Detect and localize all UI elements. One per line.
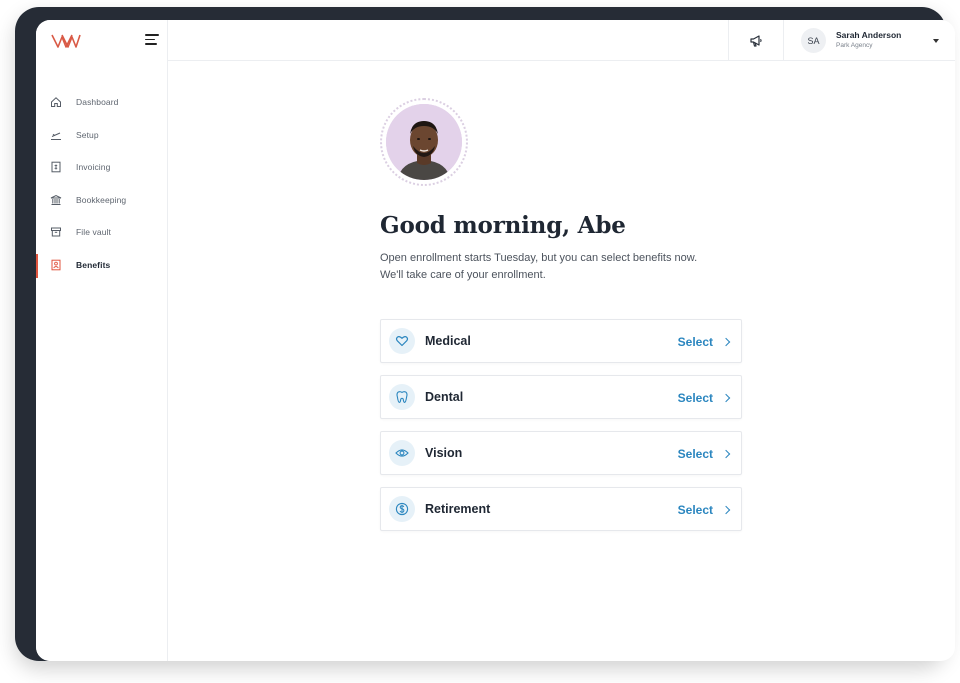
sidebar: Dashboard Setup Invoicing Bookkeeping Fi…	[36, 20, 168, 661]
sidebar-item-setup[interactable]: Setup	[36, 119, 168, 152]
profile-photo	[380, 98, 468, 186]
benefit-card-vision[interactable]: Vision Select	[380, 431, 742, 475]
select-label: Select	[677, 447, 713, 461]
device-frame: Dashboard Setup Invoicing Bookkeeping Fi…	[15, 7, 955, 661]
page-subtitle: Open enrollment starts Tuesday, but you …	[380, 250, 740, 283]
top-bar: SA Sarah Anderson Park Agency	[168, 20, 955, 61]
home-icon	[50, 96, 62, 108]
benefit-name: Retirement	[425, 502, 491, 516]
benefits-icon	[50, 259, 62, 271]
w-logo-icon[interactable]	[51, 33, 81, 49]
user-name: Sarah Anderson	[836, 30, 902, 40]
megaphone-icon	[750, 34, 762, 47]
user-organization: Park Agency	[836, 42, 873, 49]
benefit-card-retirement[interactable]: Retirement Select	[380, 487, 742, 531]
sidebar-item-label: Setup	[76, 129, 99, 140]
chevron-right-icon	[721, 505, 731, 515]
benefit-name: Medical	[425, 334, 471, 348]
person-portrait-icon	[386, 104, 462, 180]
select-dental-button[interactable]: Select	[677, 376, 731, 420]
sidebar-item-label: Benefits	[76, 259, 111, 270]
benefit-card-dental[interactable]: Dental Select	[380, 375, 742, 419]
benefit-name: Vision	[425, 446, 463, 460]
select-label: Select	[677, 335, 713, 349]
benefits-list: Medical Select Dental Select Vision Sele…	[380, 319, 742, 543]
main-content: Good morning, Abe Open enrollment starts…	[168, 61, 955, 661]
chevron-right-icon	[721, 337, 731, 347]
menu-toggle-icon[interactable]	[145, 34, 159, 48]
sidebar-item-bookkeeping[interactable]: Bookkeeping	[36, 184, 168, 217]
announcements-button[interactable]	[728, 20, 784, 61]
page-title: Good morning, Abe	[380, 212, 626, 239]
user-menu[interactable]: SA Sarah Anderson Park Agency	[784, 20, 955, 61]
select-label: Select	[677, 391, 713, 405]
tooth-icon	[389, 384, 415, 410]
subtitle-line-1: Open enrollment starts Tuesday, but you …	[380, 252, 698, 264]
sidebar-item-label: Invoicing	[76, 162, 111, 173]
chevron-down-icon	[933, 39, 939, 43]
bank-icon	[50, 194, 62, 206]
sidebar-nav: Dashboard Setup Invoicing Bookkeeping Fi…	[36, 86, 168, 281]
benefit-name: Dental	[425, 390, 464, 404]
app-screen: Dashboard Setup Invoicing Bookkeeping Fi…	[36, 20, 955, 661]
select-vision-button[interactable]: Select	[677, 432, 731, 476]
chevron-right-icon	[721, 393, 731, 403]
select-label: Select	[677, 503, 713, 517]
archive-icon	[50, 226, 62, 238]
sidebar-item-dashboard[interactable]: Dashboard	[36, 86, 168, 119]
dollar-icon	[389, 496, 415, 522]
benefit-card-medical[interactable]: Medical Select	[380, 319, 742, 363]
sidebar-item-label: Dashboard	[76, 97, 119, 108]
user-info: Sarah Anderson Park Agency	[836, 30, 901, 51]
sidebar-item-invoicing[interactable]: Invoicing	[36, 151, 168, 184]
avatar: SA	[801, 28, 826, 53]
sidebar-item-file-vault[interactable]: File vault	[36, 216, 168, 249]
select-medical-button[interactable]: Select	[677, 320, 731, 364]
sidebar-item-label: Bookkeeping	[76, 194, 127, 205]
chevron-right-icon	[721, 449, 731, 459]
sidebar-item-benefits[interactable]: Benefits	[36, 249, 168, 282]
select-retirement-button[interactable]: Select	[677, 488, 731, 532]
sidebar-item-label: File vault	[76, 227, 112, 238]
invoice-icon	[50, 161, 62, 173]
subtitle-line-2: We'll take care of your enrollment.	[380, 268, 546, 281]
heart-icon	[389, 328, 415, 354]
eye-icon	[389, 440, 415, 466]
plane-icon	[50, 129, 62, 141]
